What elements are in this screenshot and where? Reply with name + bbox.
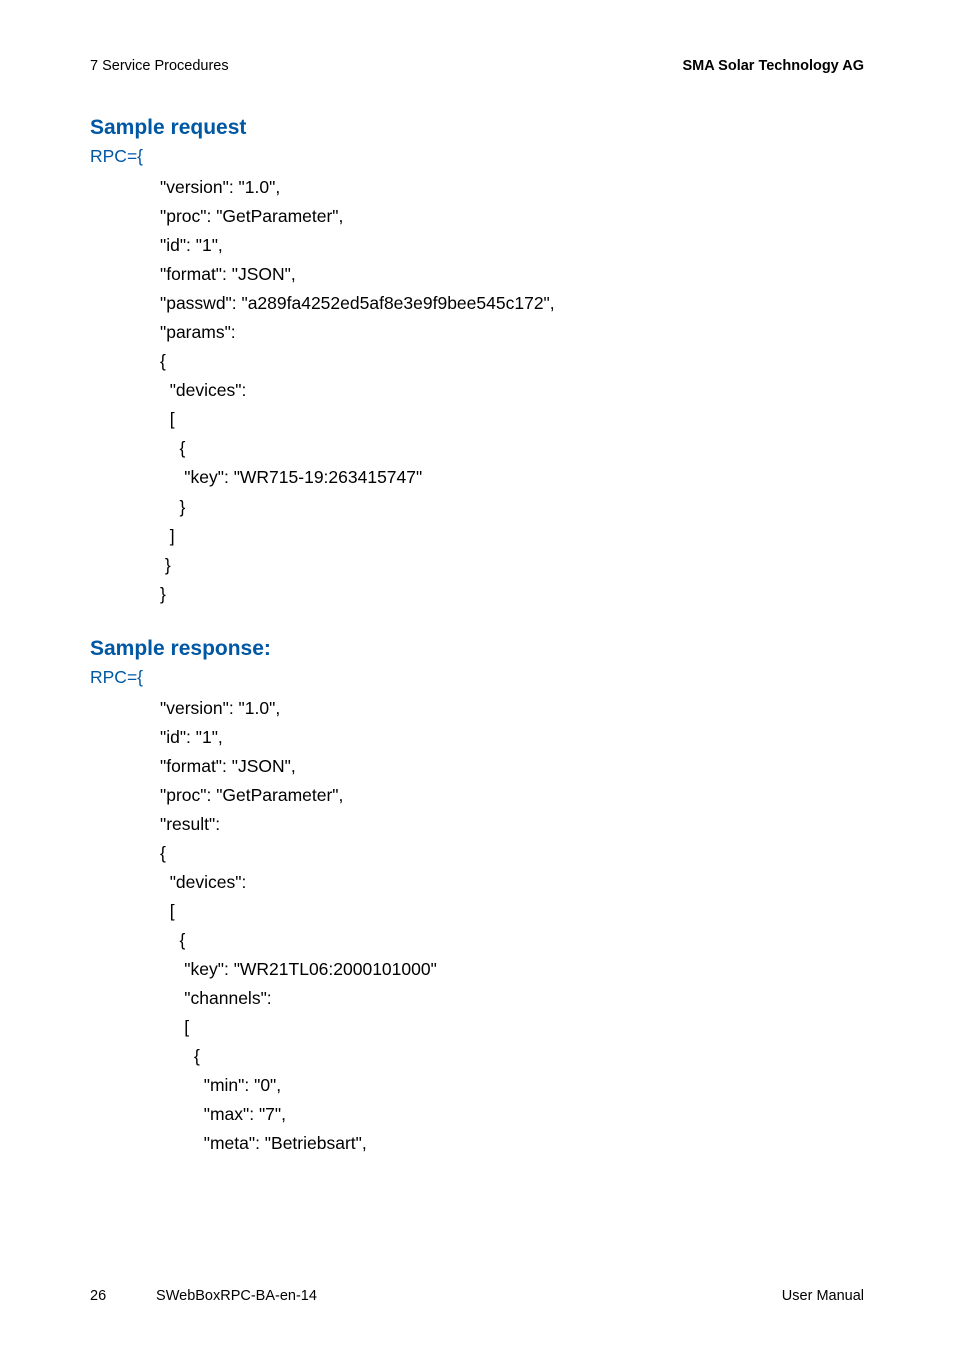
response-code-block: "version": "1.0", "id": "1", "format": "… bbox=[160, 694, 864, 1159]
rpc-open-response: RPC={ bbox=[90, 667, 864, 688]
page: 7 Service Procedures SMA Solar Technolog… bbox=[0, 0, 954, 1352]
page-footer: 26 SWebBoxRPC-BA-en-14 User Manual bbox=[90, 1288, 864, 1304]
header-company: SMA Solar Technology AG bbox=[682, 58, 864, 74]
rpc-open-request: RPC={ bbox=[90, 146, 864, 167]
doc-id: SWebBoxRPC-BA-en-14 bbox=[156, 1288, 317, 1304]
header-section: 7 Service Procedures bbox=[90, 58, 229, 74]
sample-request-heading: Sample request bbox=[90, 116, 864, 140]
page-number: 26 bbox=[90, 1288, 152, 1304]
sample-response-heading: Sample response: bbox=[90, 637, 864, 661]
running-header: 7 Service Procedures SMA Solar Technolog… bbox=[90, 58, 864, 74]
request-code-block: "version": "1.0", "proc": "GetParameter"… bbox=[160, 173, 864, 609]
footer-right: User Manual bbox=[782, 1288, 864, 1304]
footer-left: 26 SWebBoxRPC-BA-en-14 bbox=[90, 1288, 317, 1304]
